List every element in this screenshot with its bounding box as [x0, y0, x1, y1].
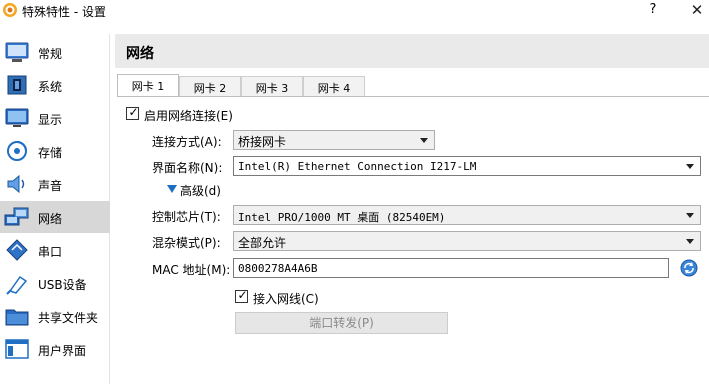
promiscuous-mode-label: 混杂模式(P): [152, 236, 221, 250]
audio-icon [7, 174, 25, 194]
sidebar-item-label: 用户界面 [38, 344, 87, 358]
advanced-toggle[interactable]: 高级(d) [180, 182, 221, 199]
sidebar-item-audio[interactable]: 声音 [0, 168, 110, 200]
port-forwarding-button[interactable]: 端口转发(P) [235, 312, 448, 334]
promiscuous-mode-value: 全部允许 [238, 236, 287, 250]
sidebar-item-user-interface[interactable]: 用户界面 [0, 333, 110, 365]
tab-adapter-4[interactable]: 网卡 4 [303, 76, 365, 96]
mac-address-field[interactable] [233, 258, 669, 278]
sidebar-item-label: 声音 [38, 179, 63, 193]
promiscuous-mode-select[interactable]: 全部允许 [233, 231, 701, 251]
window-title: 特殊特性 - 设置 [22, 5, 106, 19]
tab-adapter-2[interactable]: 网卡 2 [179, 76, 241, 96]
regenerate-mac-icon[interactable] [680, 259, 698, 277]
enable-adapter-checkbox[interactable]: ✓ [126, 105, 139, 120]
mac-address-input[interactable] [234, 259, 668, 277]
sidebar-item-label: 系统 [38, 80, 63, 94]
adapter-tabs: 网卡 1 网卡 2 网卡 3 网卡 4 [117, 74, 707, 96]
sidebar-item-label: 网络 [38, 212, 63, 226]
user-interface-icon [5, 339, 29, 359]
sidebar-item-serial-port[interactable]: 串口 [0, 234, 110, 266]
sidebar-item-storage[interactable]: 存储 [0, 135, 110, 167]
interface-name-select[interactable]: Intel(R) Ethernet Connection I217-LM [233, 156, 701, 176]
checkmark-icon: ✓ [128, 105, 139, 119]
settings-content: 网络 网卡 1 网卡 2 网卡 3 网卡 4 ✓ 启用网络连接(E) 连接方式(… [111, 34, 709, 384]
settings-sidebar: 常规 系统 显示 存储 声音 网络 串口 USB设备 共享文件夹 用户界面 [0, 34, 110, 384]
sidebar-item-usb[interactable]: USB设备 [0, 267, 110, 299]
enable-adapter-label: 启用网络连接(E) [144, 109, 233, 123]
adapter-type-label: 控制芯片(T): [152, 210, 221, 224]
interface-name-label: 界面名称(N): [152, 161, 223, 175]
tab-adapter-3[interactable]: 网卡 3 [241, 76, 303, 96]
sidebar-item-general[interactable]: 常规 [0, 36, 110, 68]
general-icon [5, 42, 29, 62]
adapter-tab-pane: ✓ 启用网络连接(E) 连接方式(A): 桥接网卡 界面名称(N): Intel… [117, 96, 709, 384]
chevron-down-icon [686, 213, 694, 218]
mac-address-label: MAC 地址(M): [152, 263, 231, 277]
sidebar-item-label: USB设备 [38, 278, 87, 292]
section-header: 网络 [115, 34, 709, 68]
close-button[interactable]: ✕ [688, 1, 706, 19]
title-bar: 特殊特性 - 设置 ? ✕ [0, 0, 709, 22]
serial-port-icon [6, 239, 28, 261]
sidebar-item-display[interactable]: 显示 [0, 102, 110, 134]
chevron-down-icon [420, 138, 428, 143]
shared-folder-icon [5, 309, 29, 326]
chevron-down-icon [686, 239, 694, 244]
storage-icon [7, 141, 27, 161]
attached-to-select[interactable]: 桥接网卡 [233, 130, 435, 150]
sidebar-item-network[interactable]: 网络 [0, 201, 110, 233]
usb-icon [6, 275, 28, 295]
system-icon [7, 75, 27, 95]
sidebar-item-label: 显示 [38, 113, 63, 127]
network-icon [4, 207, 29, 226]
sidebar-item-label: 常规 [38, 47, 63, 61]
tab-adapter-1[interactable]: 网卡 1 [117, 74, 179, 96]
page-title: 网络 [126, 46, 154, 62]
sidebar-item-label: 串口 [38, 245, 63, 259]
sidebar-item-label: 共享文件夹 [38, 311, 99, 325]
sidebar-item-label: 存储 [38, 146, 63, 160]
cable-connected-checkbox[interactable]: ✓ [235, 288, 248, 303]
expand-triangle-icon[interactable] [167, 185, 177, 193]
adapter-type-select[interactable]: Intel PRO/1000 MT 桌面 (82540EM) [233, 205, 701, 225]
cable-connected-label: 接入网线(C) [253, 292, 319, 306]
display-icon [5, 108, 29, 127]
adapter-type-value: Intel PRO/1000 MT 桌面 (82540EM) [238, 211, 446, 224]
checkmark-icon: ✓ [237, 288, 248, 302]
sidebar-item-system[interactable]: 系统 [0, 69, 110, 101]
interface-name-value: Intel(R) Ethernet Connection I217-LM [238, 160, 477, 173]
help-button[interactable]: ? [645, 2, 661, 18]
attached-to-label: 连接方式(A): [152, 135, 222, 149]
attached-to-value: 桥接网卡 [238, 135, 287, 149]
chevron-down-icon [686, 164, 694, 169]
sidebar-item-shared-folders[interactable]: 共享文件夹 [0, 300, 110, 332]
virtualbox-app-icon [3, 3, 17, 17]
